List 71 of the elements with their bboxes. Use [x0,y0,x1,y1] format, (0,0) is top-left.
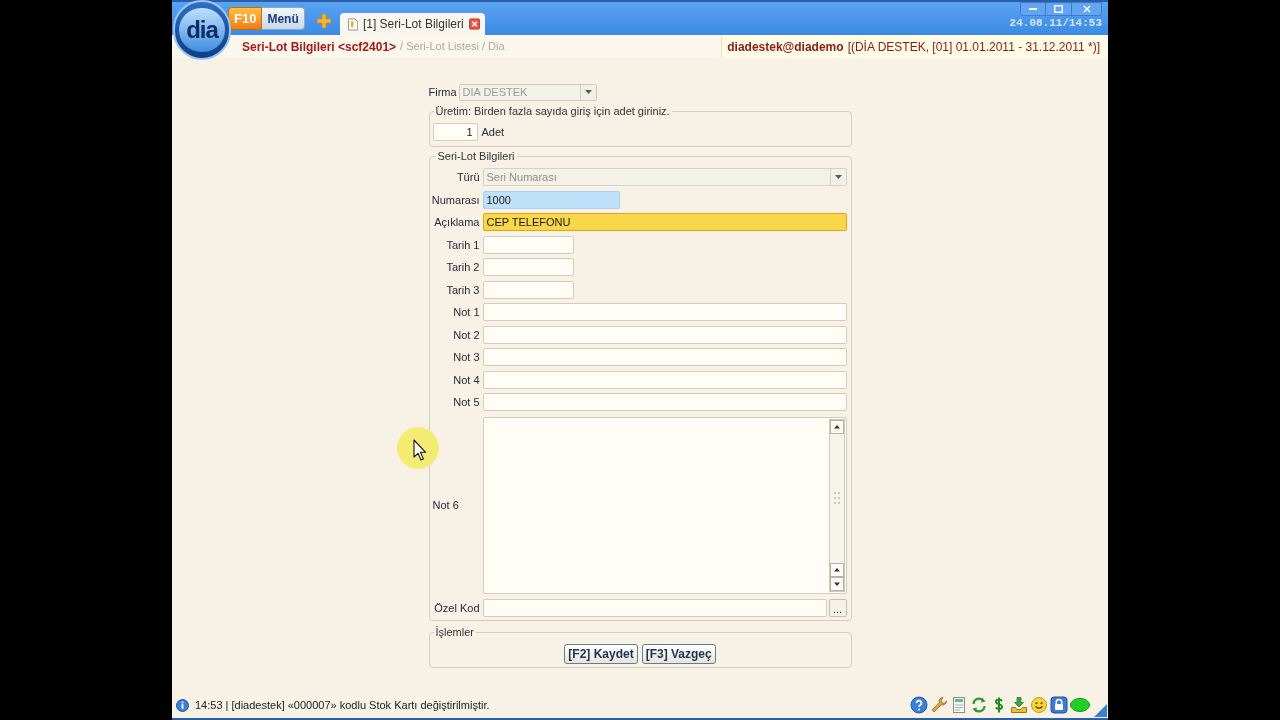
unit-label: Adet [481,124,505,140]
group-title: İşlemler [434,625,475,639]
status-light-icon [1070,697,1090,712]
mouse-cursor-icon [396,426,440,470]
group-title: Üretim: Birden fazla sayıda giriş için adet giriniz. [434,104,671,118]
text-field[interactable] [482,348,847,367]
refresh-icon[interactable] [970,695,988,714]
breadcrumb-path: / Seri-Lot Listesi / Dia [400,39,505,55]
field-label: Not 6 [431,497,460,513]
resize-grip-icon[interactable] [1094,704,1107,717]
text-field[interactable] [482,303,847,322]
scrollbar[interactable] [828,418,845,592]
smiley-icon[interactable] [1030,695,1048,714]
action-button[interactable]: [F2] Kaydet [564,644,638,664]
memo-field[interactable] [482,416,847,594]
minimize-button[interactable] [1020,2,1046,16]
field-label: Tarih 2 [445,260,480,275]
menu-button[interactable]: Menü [262,7,305,30]
text-field[interactable] [482,325,847,344]
document-icon[interactable] [950,695,968,714]
session-context: [(DİA DESTEK, [01] 01.01.2011 - 31.12.2011 *)] [847,38,1100,56]
clock: 24.08.11/14:53 [1009,17,1102,30]
tab-label: [1] Seri-Lot Bilgileri [362,16,464,33]
text-field[interactable] [482,598,827,617]
wrench-icon[interactable] [930,695,948,714]
field-label: Not 2 [452,327,480,343]
quantity-field[interactable]: 1 [432,123,478,141]
shortcut-key: F10 [228,7,263,30]
caret-icon [834,175,842,180]
group-title: Seri-Lot Bilgileri [436,149,516,163]
field-label: Not 5 [452,395,480,410]
action-button[interactable]: [F3] Vazgeç [641,644,716,664]
field-label: Özel Kod [433,600,480,616]
text-field[interactable] [482,370,847,389]
close-button[interactable] [1072,2,1102,16]
text-field[interactable] [482,393,847,412]
close-icon [1082,5,1091,13]
maximize-icon [1054,5,1063,13]
field-label: Firma [428,84,457,100]
text-field[interactable]: CEP TELEFONU [482,213,847,232]
maximize-button[interactable] [1046,2,1072,16]
document-icon [347,17,358,31]
minimize-icon [1029,8,1037,10]
field-label: Açıklama [433,215,480,230]
field-label: Not 3 [452,350,480,365]
text-field[interactable]: 1000 [482,190,620,209]
field-label: Tarih 3 [445,282,480,298]
field-label: Türü [455,170,480,185]
caret-icon [584,90,592,94]
date-field[interactable] [482,280,574,299]
grip-icon [832,491,841,505]
date-field[interactable] [482,235,574,254]
add-icon[interactable] [316,14,331,28]
download-icon[interactable] [1010,695,1028,714]
browse-button[interactable]: ... [828,598,847,617]
help-icon[interactable] [910,695,928,714]
field-label: Numarası [431,192,480,208]
status-message: 14:53 | [diadestek] «000007» kodlu Stok Kartı değiştirilmiştir. [195,698,490,714]
close-icon[interactable] [468,18,480,30]
session-user: diadestek@diademo [727,38,844,56]
scroll-up-icon[interactable] [829,419,844,434]
field-label: Not 4 [452,372,480,388]
field-label: Not 1 [452,305,480,320]
tab[interactable]: [1] Seri-Lot Bilgileri [339,13,485,35]
field-label: Tarih 1 [445,237,480,253]
lock-icon[interactable] [1050,695,1068,714]
date-field[interactable] [482,258,574,277]
scroll-up-icon[interactable] [829,562,844,577]
scroll-down-icon[interactable] [829,576,844,591]
info-icon [176,699,189,712]
breadcrumb-current: Seri-Lot Bilgileri <scf2401> [242,38,397,56]
